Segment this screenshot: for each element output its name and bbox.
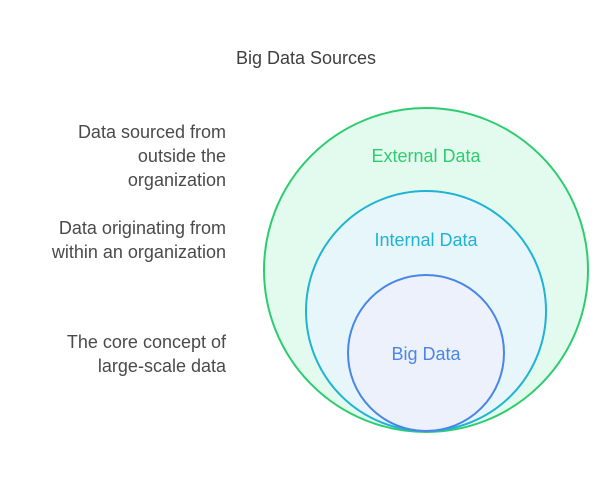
nested-circles-diagram: External Data Internal Data Big Data: [263, 107, 589, 433]
internal-data-label: Internal Data: [374, 230, 478, 250]
external-data-label: External Data: [371, 146, 481, 166]
big-data-label: Big Data: [391, 344, 461, 364]
